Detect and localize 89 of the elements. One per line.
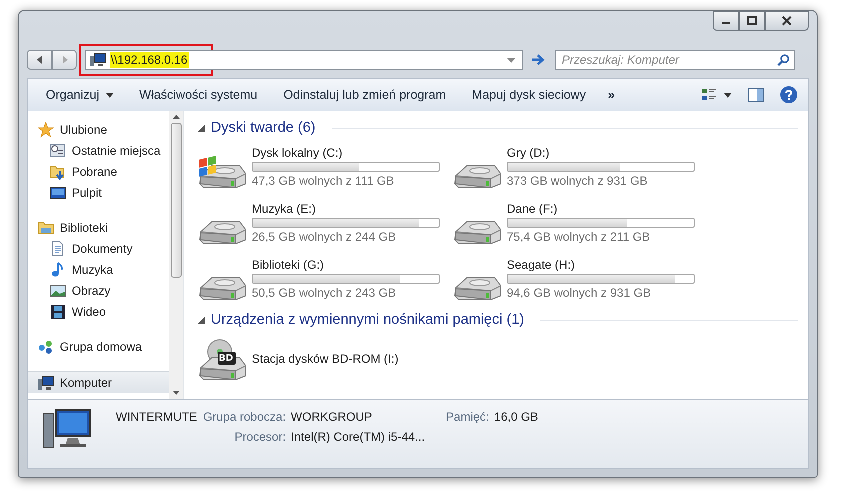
forward-arrow-icon [60, 55, 68, 65]
bd-label: BD [219, 354, 234, 364]
scrollbar[interactable] [169, 111, 183, 399]
folder-icon [38, 220, 54, 236]
drive-name: Seagate (H:) [507, 258, 576, 272]
computer-icon [42, 408, 92, 450]
dots-icon [38, 338, 54, 354]
hard-drive-icon [198, 277, 248, 301]
clock-window-icon [50, 142, 66, 158]
detail-label: Procesor: [234, 430, 286, 444]
toolbar-button[interactable]: Właściwości systemu [130, 84, 268, 106]
star-icon [38, 122, 54, 138]
document-icon [50, 240, 66, 256]
preview-pane-button[interactable] [746, 86, 766, 104]
free-space-text: 50,5 GB wolnych z 243 GB [252, 286, 398, 300]
maximize-button[interactable] [739, 11, 765, 31]
caret-icon [106, 92, 114, 98]
drive-with-flag-icon [198, 155, 248, 189]
group-title[interactable]: Dyski twarde (6) [211, 120, 316, 136]
landscape-icon [50, 282, 66, 298]
arrow-right-icon [531, 54, 545, 66]
collapse-icon[interactable] [198, 316, 205, 324]
address-field[interactable]: \\192.168.0.16 [85, 50, 523, 70]
detail-value: WORKGROUP [291, 410, 374, 424]
more-button[interactable]: » [602, 84, 622, 106]
free-space-text: 47,3 GB wolnych z 111 GB [252, 174, 396, 188]
hard-drive-icon [453, 277, 503, 301]
scroll-down-icon[interactable] [172, 391, 180, 395]
hard-drive-icon [198, 221, 248, 245]
download-folder-icon [50, 164, 66, 180]
sidebar-item[interactable]: Pulpit [28, 182, 169, 203]
sidebar-item[interactable]: Wideo [28, 301, 169, 322]
group-title[interactable]: Urządzenia z wymiennymi nośnikami pamięci (1) [211, 312, 524, 328]
film-icon [50, 304, 66, 320]
toolbar-button[interactable]: Mapuj dysk sieciowy [462, 84, 596, 106]
hard-drive-icon [453, 165, 503, 189]
sidebar-item[interactable]: Ostatnie miejsca [28, 140, 169, 161]
organize-menu-button[interactable]: Organizuj [36, 84, 124, 106]
drive-item[interactable]: BD Stacja dysków BD-ROM (I:) [198, 335, 453, 383]
drive-name: Gry (D:) [507, 146, 551, 160]
close-button[interactable] [765, 11, 809, 31]
collapse-icon[interactable] [198, 124, 205, 132]
computer-icon [38, 374, 54, 390]
sidebar-item[interactable]: Grupa domowa [28, 336, 169, 357]
free-space-text: 373 GB wolnych z 931 GB [507, 174, 649, 188]
drive-name: Stacja dysków BD-ROM (I:) [252, 352, 399, 366]
help-button[interactable] [778, 84, 800, 106]
forward-button[interactable] [52, 50, 77, 70]
search-field[interactable]: Przeszukaj: Komputer [555, 50, 795, 70]
sidebar-item[interactable]: Biblioteki [28, 217, 169, 238]
drive-name: Biblioteki (G:) [252, 258, 326, 272]
maximize-icon [747, 16, 757, 26]
detail-value: 16,0 GB [494, 410, 538, 424]
detail-label: Grupa robocza: [203, 410, 286, 424]
drive-item[interactable]: Gry (D:) 373 GB wolnych z 931 GB [453, 143, 708, 191]
toolbar-button[interactable]: Odinstaluj lub zmień program [274, 84, 456, 106]
drive-item[interactable]: Muzyka (E:) 26,5 GB wolnych z 244 GB [198, 199, 453, 247]
sidebar-item[interactable]: Obrazy [28, 280, 169, 301]
sidebar-item[interactable]: Ulubione [28, 119, 169, 140]
detail-value: Intel(R) Core(TM) i5-44... [291, 430, 426, 444]
drive-item[interactable]: Seagate (H:) 94,6 GB wolnych z 931 GB [453, 255, 708, 303]
drive-name: Muzyka (E:) [252, 202, 318, 216]
drive-name: Dane (F:) [507, 202, 559, 216]
sidebar-item[interactable]: Pobrane [28, 161, 169, 182]
dropdown-caret-icon[interactable] [507, 58, 516, 62]
drive-item[interactable]: Dysk lokalny (C:) 47,3 GB wolnych z 111 GB [198, 143, 453, 191]
sidebar-item[interactable]: Dokumenty [28, 238, 169, 259]
minimize-button[interactable] [713, 11, 739, 31]
scroll-up-icon[interactable] [172, 115, 180, 119]
drive-item[interactable]: Biblioteki (G:) 50,5 GB wolnych z 243 GB [198, 255, 453, 303]
optical-drive-icon [198, 339, 248, 381]
back-button[interactable] [27, 50, 52, 70]
free-space-text: 94,6 GB wolnych z 931 GB [507, 286, 652, 300]
computer-name: WINTERMUTE [116, 410, 198, 424]
sidebar-item[interactable]: Komputer [28, 371, 169, 393]
close-icon [782, 16, 792, 26]
computer-icon [90, 53, 106, 67]
drive-item[interactable]: Dane (F:) 75,4 GB wolnych z 211 GB [453, 199, 708, 247]
sidebar-item[interactable]: Muzyka [28, 259, 169, 280]
hard-drive-icon [453, 221, 503, 245]
drive-name: Dysk lokalny (C:) [252, 146, 344, 160]
monitor-icon [50, 184, 66, 200]
back-arrow-icon [36, 55, 44, 65]
address-text: \\192.168.0.16 [110, 52, 189, 68]
free-space-text: 26,5 GB wolnych z 244 GB [252, 230, 398, 244]
free-space-text: 75,4 GB wolnych z 211 GB [507, 230, 652, 244]
detail-label: Pamięć: [446, 410, 490, 424]
search-icon[interactable] [777, 54, 790, 67]
music-note-icon [50, 262, 66, 278]
